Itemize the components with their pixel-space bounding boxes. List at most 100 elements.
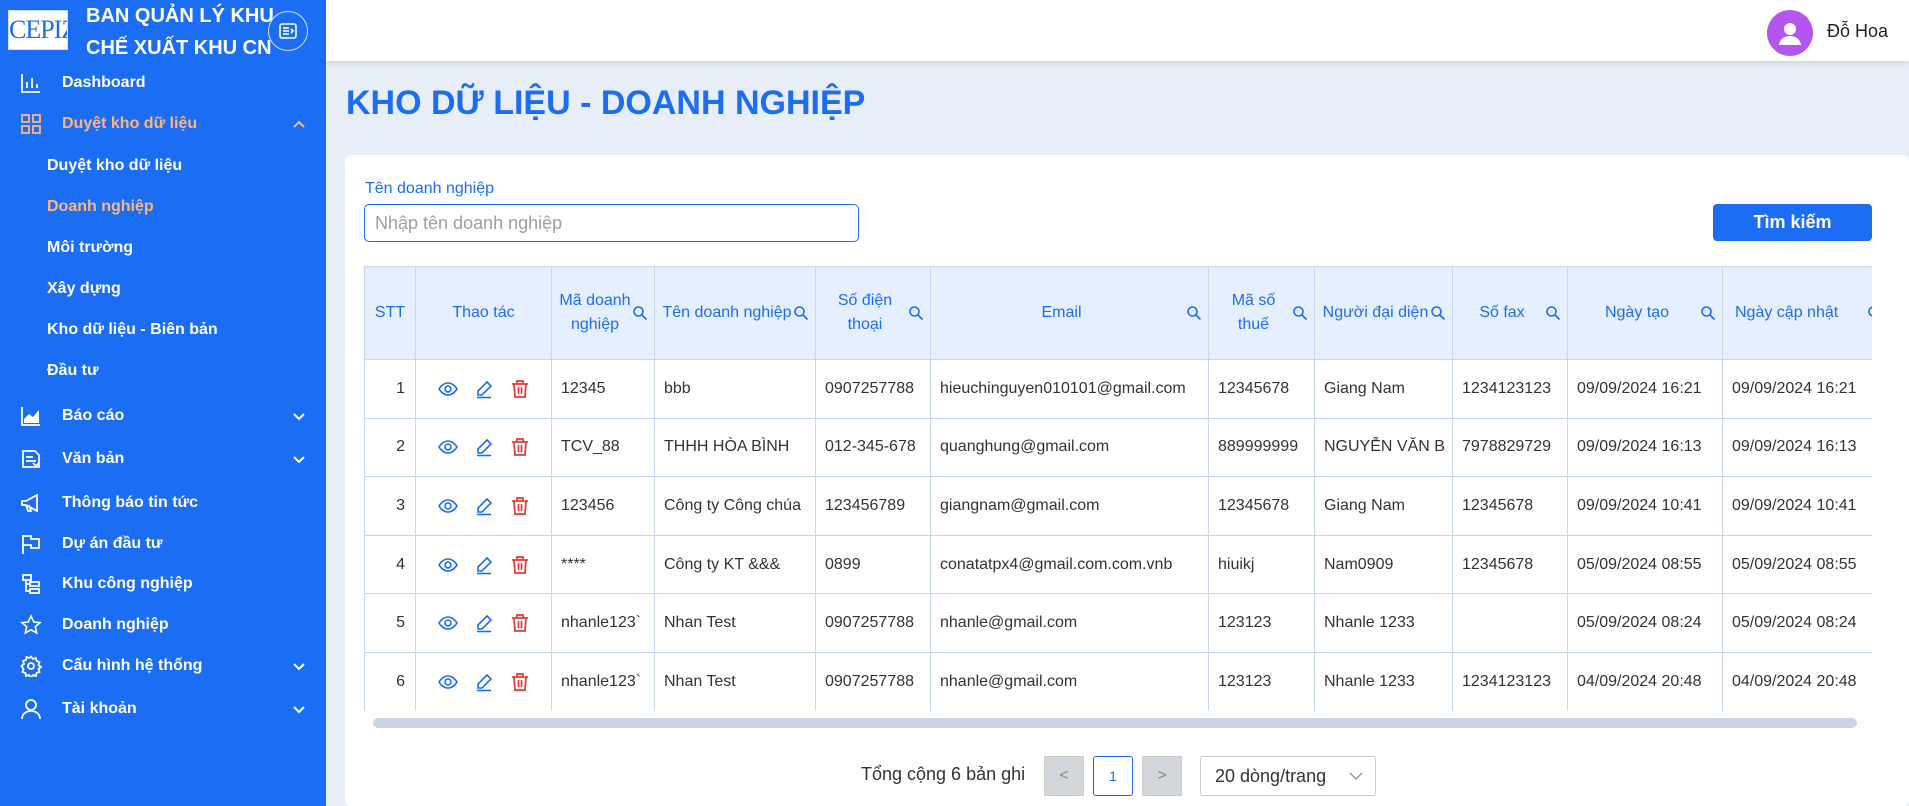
delete-trash-icon[interactable] [510,379,530,399]
search-icon[interactable] [632,305,648,321]
delete-trash-icon[interactable] [510,437,530,457]
user-avatar[interactable] [1767,10,1813,56]
chevron-down-icon [293,706,305,714]
search-icon[interactable] [793,305,809,321]
actions-cell [415,476,552,536]
edit-pencil-icon[interactable] [474,672,494,692]
sidebar-item-dashboard[interactable]: Dashboard [0,71,326,95]
stt-cell: 2 [364,417,416,478]
sidebar-item-van-ban[interactable]: Văn bản [0,447,326,471]
sidebar-item-label: Cấu hình hệ thống [62,657,203,674]
sidebar-item-bao-cao[interactable]: Báo cáo [0,404,326,428]
email-cell: conatatpx4@gmail.com.com.vnb [930,534,1209,595]
company-name-cell: Công ty KT &&& [654,534,816,595]
bar-chart-icon [19,71,43,95]
search-icon[interactable] [1700,305,1716,321]
representative-cell: Giang Nam [1314,476,1453,536]
view-eye-icon[interactable] [437,496,458,516]
submenu-item-kho-du-lieu-bien-ban[interactable]: Kho dữ liệu - Biên bản [47,321,218,339]
user-icon [1779,23,1801,45]
view-eye-icon[interactable] [437,379,458,399]
search-icon[interactable] [1292,305,1308,321]
companies-table-container: STT Thao tác Mã doanh nghiệp Tên doanh n… [364,266,1872,711]
submenu-item-xay-dung[interactable]: Xây dựng [47,280,121,298]
area-chart-icon [19,404,43,428]
prev-page-button[interactable]: < [1044,756,1084,796]
sidebar-toggle-button[interactable] [268,11,308,51]
created-date-cell: 05/09/2024 08:55 [1567,534,1723,595]
email-cell: hieuchinguyen010101@gmail.com [930,359,1209,419]
submenu-item-doanh-nghiep[interactable]: Doanh nghiệp [47,198,154,216]
next-page-button[interactable]: > [1142,756,1182,796]
sidebar-item-thong-bao-tin-tuc[interactable]: Thông báo tin tức [0,491,326,515]
sidebar-item-du-an-dau-tu[interactable]: Dự án đầu tư [0,532,326,556]
edit-pencil-icon[interactable] [474,555,494,575]
search-icon[interactable] [908,305,924,321]
stt-cell: 5 [364,593,416,653]
view-eye-icon[interactable] [437,672,458,692]
submenu-item-moi-truong[interactable]: Môi trường [47,239,133,257]
horizontal-scrollbar[interactable] [373,718,1857,728]
chevron-down-icon [293,456,305,464]
tax-code-cell: 12345678 [1208,359,1315,419]
delete-trash-icon[interactable] [510,496,530,516]
view-eye-icon[interactable] [437,613,458,633]
delete-trash-icon[interactable] [510,672,530,692]
updated-date-cell: 09/09/2024 16:21 [1722,359,1872,419]
search-icon[interactable] [1867,305,1872,321]
edit-pencil-icon[interactable] [474,613,494,633]
sidebar-item-khu-cong-nghiep[interactable]: Khu công nghiệp [0,572,326,596]
edit-pencil-icon[interactable] [474,379,494,399]
column-header-created-date: Ngày tạo [1567,266,1723,360]
megaphone-icon [19,491,43,515]
edit-pencil-icon[interactable] [474,437,494,457]
search-icon[interactable] [1186,305,1202,321]
sidebar-item-doanh-nghiep[interactable]: Doanh nghiệp [0,613,326,637]
company-code-cell: nhanle123` [551,651,655,711]
search-button[interactable]: Tìm kiếm [1713,204,1872,241]
updated-date-cell: 05/09/2024 08:24 [1722,593,1872,653]
edit-pencil-icon[interactable] [474,496,494,516]
table-row: 5 nhanle123` Nhan Test 0907257788 nhanle@gma… [364,593,1872,653]
user-name[interactable]: Đỗ Hoa [1827,21,1888,42]
representative-cell: Nhanle 1233 [1314,593,1453,653]
actions-cell [415,534,552,595]
created-date-cell: 09/09/2024 16:13 [1567,417,1723,478]
updated-date-cell: 05/09/2024 08:55 [1722,534,1872,595]
view-eye-icon[interactable] [437,555,458,575]
search-icon[interactable] [1430,305,1446,321]
view-eye-icon[interactable] [437,437,458,457]
updated-date-cell: 09/09/2024 10:41 [1722,476,1872,536]
column-header-label: Mã số thuế [1231,292,1276,333]
star-icon [19,613,43,637]
sidebar-item-label: Khu công nghiệp [62,575,193,592]
phone-cell: 0899 [815,534,931,595]
flag-icon [19,532,43,556]
company-name-label: Tên doanh nghiệp [365,180,494,197]
submenu-item-dau-tu[interactable]: Đầu tư [47,362,99,380]
sidebar-item-duyet-kho-du-lieu[interactable]: Duyệt kho dữ liệu [0,112,326,136]
company-name-search-input[interactable] [364,204,859,242]
page-1-button[interactable]: 1 [1093,756,1133,796]
sidebar-item-tai-khoan[interactable]: Tài khoản [0,697,326,721]
phone-cell: 0907257788 [815,359,931,419]
column-header-phone: Số điện thoại [815,266,931,360]
column-header-company-name: Tên doanh nghiệp [654,266,816,360]
stt-cell: 3 [364,476,416,536]
company-code-cell: nhanle123` [551,593,655,653]
document-icon [19,447,43,471]
column-header-label: Mã doanh nghiệp [559,292,631,333]
column-header-email: Email [930,266,1209,360]
chevron-down-icon [293,413,305,421]
phone-cell: 0907257788 [815,651,931,711]
search-icon[interactable] [1545,305,1561,321]
delete-trash-icon[interactable] [510,555,530,575]
submenu-item-duyet-kho-du-lieu[interactable]: Duyệt kho dữ liệu [47,157,182,175]
page-size-select[interactable]: 20 dòng/trang [1200,756,1376,796]
delete-trash-icon[interactable] [510,613,530,633]
sidebar-item-cau-hinh-he-thong[interactable]: Cấu hình hệ thống [0,654,326,678]
column-header-tax-code: Mã số thuế [1208,266,1315,360]
table-row: 1 12345 bbb 0907257788 hieuchinguyen010101@g… [364,359,1872,419]
sidebar-item-label: Duyệt kho dữ liệu [62,115,198,132]
brand-title: BAN QUẢN LÝ KHU CHẾ XUẤT KHU CN [86,0,276,64]
